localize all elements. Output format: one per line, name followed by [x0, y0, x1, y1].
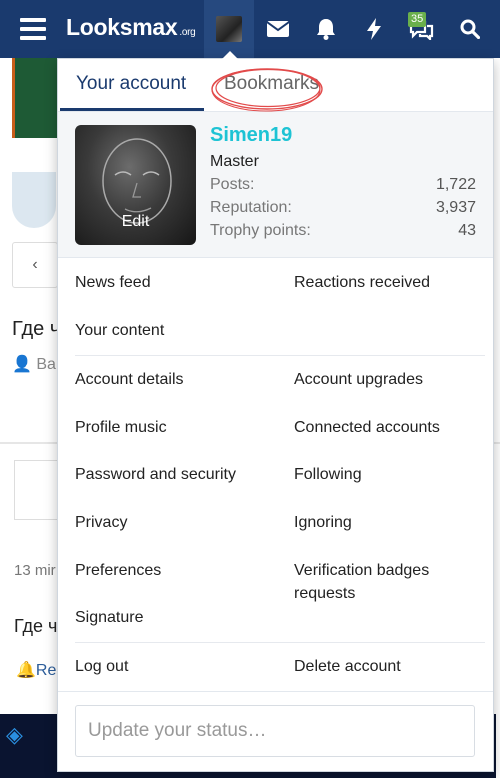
stat-trophy-points: Trophy points: 43: [210, 222, 476, 240]
menu-item-account-upgrades[interactable]: Account upgrades: [294, 368, 484, 391]
ad-edge: [496, 714, 500, 778]
search-icon: [460, 19, 480, 39]
status-update-box[interactable]: [75, 705, 475, 757]
site-logo[interactable]: Looksmax .org: [66, 14, 196, 41]
menu-icon: [19, 18, 46, 40]
chat-count-badge: 35: [408, 12, 427, 27]
logo-tld: .org: [179, 27, 196, 38]
status-section-divider: [58, 691, 493, 692]
menu-item-verification-badges[interactable]: Verification badges requests: [294, 559, 464, 605]
thread-title-partial[interactable]: Где ч: [12, 318, 60, 341]
mail-icon: [267, 21, 289, 37]
search-button[interactable]: [446, 0, 494, 58]
post-time-partial: 13 mir: [14, 562, 56, 579]
menu-item-signature[interactable]: Signature: [75, 606, 275, 629]
menu-item-reactions-received[interactable]: Reactions received: [294, 271, 484, 294]
background-banner: [12, 58, 60, 138]
background-avatar-image: [12, 172, 56, 228]
menu-button[interactable]: [10, 0, 55, 58]
menu-pointer: [222, 51, 238, 59]
previous-page-button[interactable]: ‹: [12, 242, 58, 288]
post-avatar[interactable]: [14, 460, 60, 520]
stat-posts: Posts: 1,722: [210, 176, 476, 194]
profile-avatar[interactable]: Edit: [75, 125, 196, 245]
menu-item-your-content[interactable]: Your content: [75, 319, 275, 342]
whats-new-button[interactable]: [350, 0, 398, 58]
menu-item-log-out[interactable]: Log out: [75, 655, 275, 678]
bell-small-icon: 🔔: [16, 662, 36, 679]
bolt-icon: [367, 18, 381, 40]
chat-button[interactable]: [397, 0, 445, 58]
stat-label: Posts:: [210, 176, 255, 193]
profile-summary: Edit Simen19 Master Posts: 1,722 Reputat…: [58, 112, 493, 258]
menu-item-connected-accounts[interactable]: Connected accounts: [294, 416, 484, 439]
stat-value[interactable]: 43: [458, 222, 476, 240]
menu-item-password-security[interactable]: Password and security: [75, 463, 275, 486]
menu-divider: [75, 642, 485, 643]
menu-divider: [75, 355, 485, 356]
menu-item-preferences[interactable]: Preferences: [75, 559, 275, 582]
tab-your-account[interactable]: Your account: [76, 73, 186, 95]
user-title: Master: [210, 153, 259, 170]
menu-item-ignoring[interactable]: Ignoring: [294, 511, 484, 534]
stat-value[interactable]: 3,937: [436, 199, 476, 217]
ad-logo-icon: ◈: [6, 722, 23, 747]
menu-item-news-feed[interactable]: News feed: [75, 271, 275, 294]
active-tab-indicator: [60, 108, 204, 111]
account-menu: Your account Bookmarks Edit Simen19 Mast…: [57, 58, 494, 772]
conversations-button[interactable]: [254, 0, 302, 58]
menu-item-privacy[interactable]: Privacy: [75, 511, 275, 534]
annotation-circle: [211, 68, 323, 112]
user-icon: 👤: [12, 356, 32, 373]
status-input[interactable]: [76, 706, 474, 756]
account-button[interactable]: [204, 0, 254, 58]
menu-item-account-details[interactable]: Account details: [75, 368, 275, 391]
top-navbar: Looksmax .org 35: [0, 0, 500, 58]
avatar-edit-label[interactable]: Edit: [75, 213, 196, 231]
menu-item-profile-music[interactable]: Profile music: [75, 416, 275, 439]
username-link[interactable]: Simen19: [210, 124, 292, 147]
avatar: [216, 16, 242, 42]
account-menu-tabs: Your account Bookmarks: [58, 59, 493, 112]
stat-label: Trophy points:: [210, 222, 311, 239]
menu-item-delete-account[interactable]: Delete account: [294, 655, 484, 678]
stat-value[interactable]: 1,722: [436, 176, 476, 194]
post-title-partial: Где ч: [14, 616, 58, 636]
menu-item-following[interactable]: Following: [294, 463, 484, 486]
bell-icon: [317, 19, 335, 40]
alerts-button[interactable]: [302, 0, 350, 58]
logo-text: Looksmax: [66, 14, 178, 40]
stat-reputation: Reputation: 3,937: [210, 199, 476, 217]
stat-label: Reputation:: [210, 199, 292, 216]
